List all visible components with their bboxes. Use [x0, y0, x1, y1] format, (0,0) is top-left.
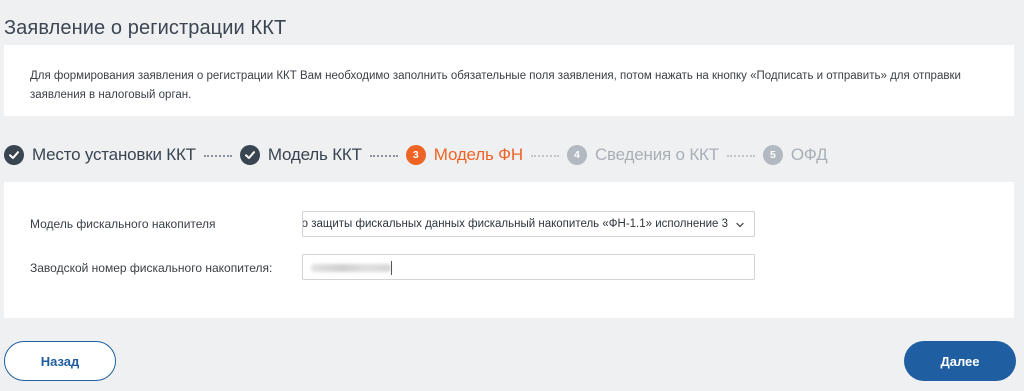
stepper: Место установки ККТ Модель ККТ 3 Модель … [4, 143, 828, 167]
fn-serial-input[interactable] [302, 254, 755, 280]
step-separator [203, 155, 232, 157]
fn-model-value: Шифровальное (криптографическое) средств… [302, 218, 728, 230]
step-separator [369, 155, 398, 157]
step-fn-model: 3 Модель ФН [405, 145, 523, 165]
step-separator [726, 155, 755, 157]
fn-model-label: Модель фискального накопителя [30, 217, 216, 231]
step-separator [530, 155, 559, 157]
fn-serial-label: Заводской номер фискального накопителя: [30, 261, 273, 275]
fn-model-select[interactable]: Шифровальное (криптографическое) средств… [302, 211, 755, 237]
next-button[interactable]: Далее [904, 341, 1016, 381]
step-label: Модель ФН [433, 145, 523, 164]
back-button[interactable]: Назад [4, 341, 116, 381]
step-label: Место установки ККТ [32, 145, 196, 164]
step-number-badge: 3 [405, 145, 426, 165]
page-title: Заявление о регистрации ККТ [4, 17, 287, 40]
step-label: Модель ККТ [267, 145, 362, 164]
text-caret [391, 261, 392, 275]
step-kkt-details: 4 Сведения о ККТ [566, 145, 719, 165]
step-location[interactable]: Место установки ККТ [4, 145, 196, 165]
step-ofd: 5 ОФД [762, 145, 828, 165]
step-label: Сведения о ККТ [594, 145, 719, 164]
step-kkt-model[interactable]: Модель ККТ [239, 145, 362, 165]
chevron-down-icon [734, 218, 746, 230]
check-icon [4, 145, 24, 165]
info-text: Для формирования заявления о регистрации… [30, 70, 961, 101]
check-icon [239, 145, 260, 165]
info-card: Для формирования заявления о регистрации… [4, 45, 1014, 116]
redacted-value [311, 264, 391, 272]
step-number-badge: 4 [566, 145, 587, 165]
step-label: ОФД [790, 145, 828, 164]
step-number-badge: 5 [762, 145, 783, 165]
form-card: Модель фискального накопителя Шифровальн… [4, 182, 1014, 318]
